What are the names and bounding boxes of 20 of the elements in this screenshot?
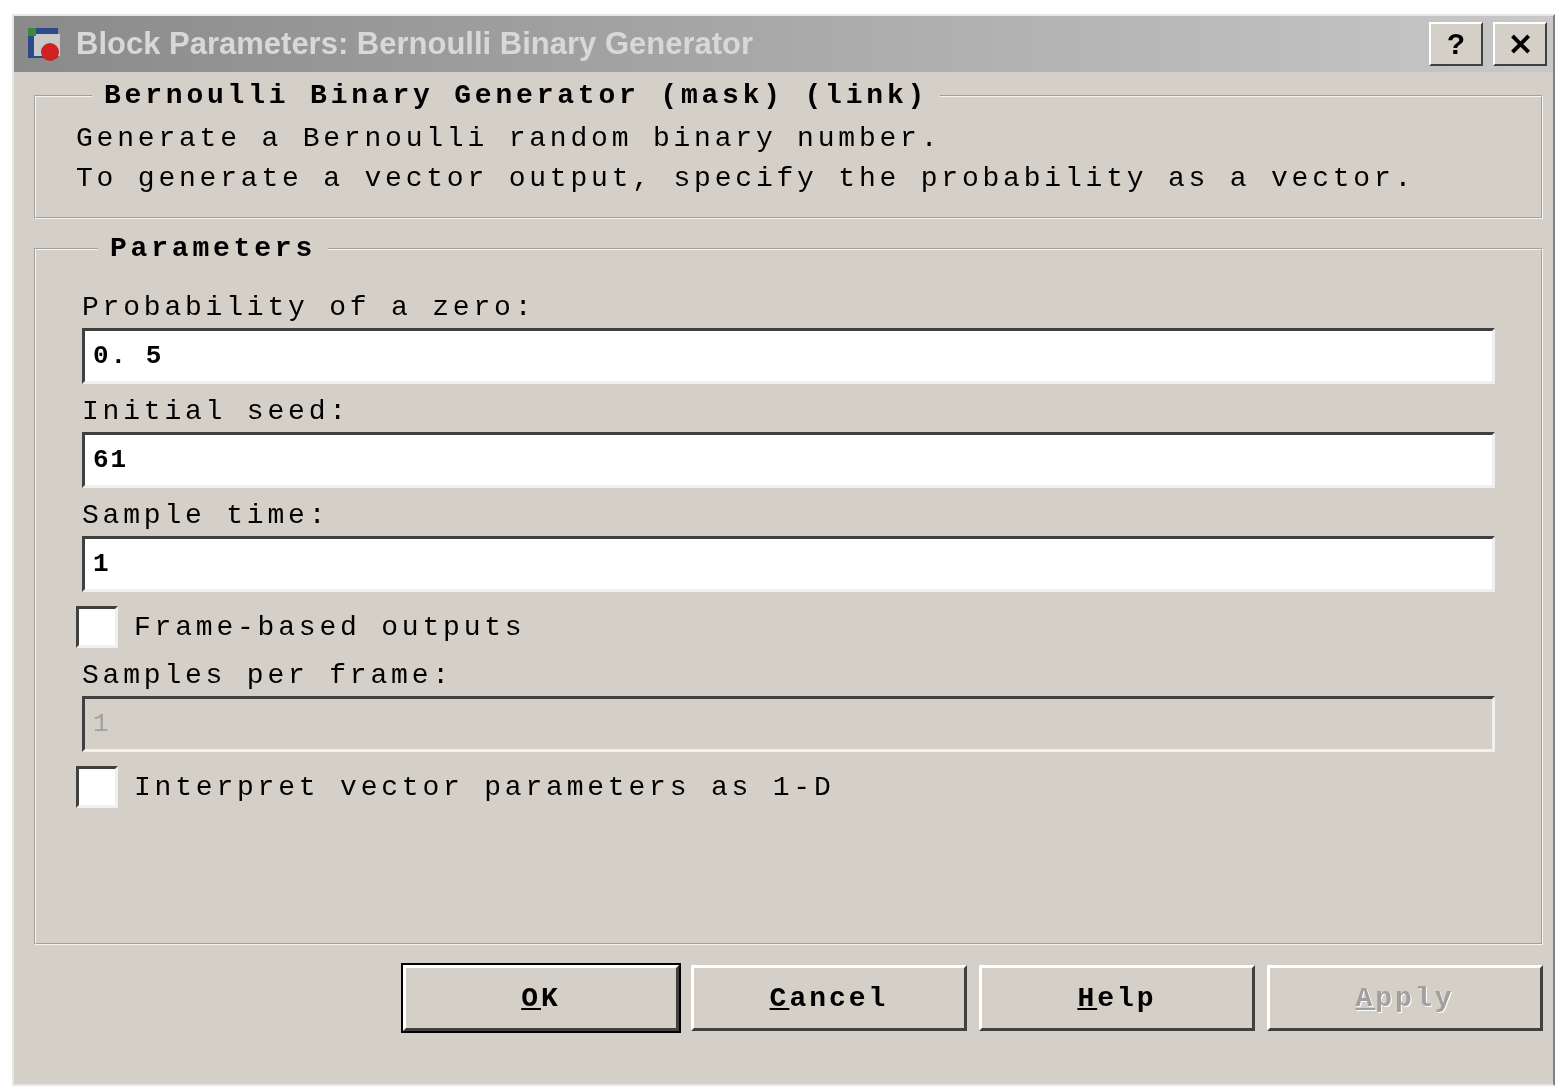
field-label: Sample time: bbox=[82, 499, 331, 533]
close-button[interactable]: ✕ bbox=[1493, 22, 1547, 66]
group-title: Bernoulli Binary Generator (mask) (link) bbox=[103, 80, 930, 111]
field-label: Initial seed: bbox=[82, 395, 351, 429]
field-label: Samples per frame: bbox=[82, 659, 454, 693]
description-text: Generate a Bernoulli random binary number. bbox=[76, 122, 943, 156]
checkbox-label: Frame-based outputs bbox=[134, 611, 526, 643]
checkbox[interactable] bbox=[76, 766, 118, 808]
help-button[interactable]: ? bbox=[1429, 22, 1483, 66]
checkbox[interactable] bbox=[76, 606, 118, 648]
checkbox-label: Interpret vector parameters as 1-D bbox=[134, 771, 835, 803]
input-field[interactable]: 61 bbox=[82, 432, 1495, 488]
description-text: To generate a vector output, specify the probability as a vector. bbox=[76, 162, 1417, 196]
field-label: Probability of a zero: bbox=[82, 291, 537, 325]
input-field[interactable]: 0. 5 bbox=[82, 328, 1495, 384]
dialog-button[interactable]: Help bbox=[979, 965, 1255, 1031]
group-title: Parameters bbox=[109, 233, 318, 264]
dialog-button[interactable]: Cancel bbox=[691, 965, 967, 1031]
input-field[interactable]: 1 bbox=[82, 536, 1495, 592]
dialog-button[interactable]: OK bbox=[403, 965, 679, 1031]
